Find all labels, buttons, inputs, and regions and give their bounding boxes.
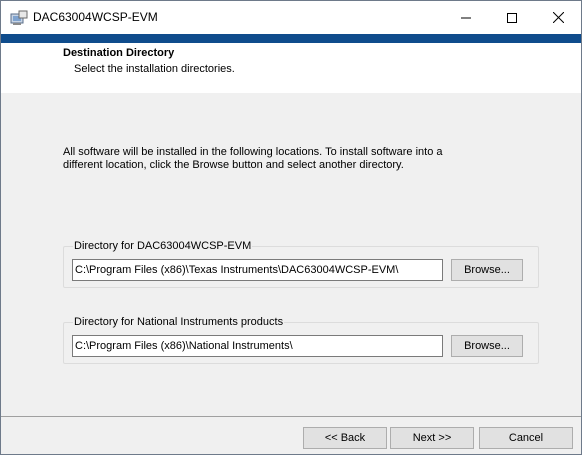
directory-group-evm: Directory for DAC63004WCSP-EVM C:\Progra…	[63, 239, 539, 288]
footer-divider	[1, 416, 581, 417]
directory-path-evm: C:\Program Files (x86)\Texas Instruments…	[72, 259, 443, 281]
back-button[interactable]: << Back	[303, 427, 387, 449]
browse-button-evm[interactable]: Browse...	[451, 259, 523, 281]
close-icon	[552, 12, 564, 23]
maximize-icon	[507, 12, 517, 23]
close-button[interactable]	[535, 1, 581, 34]
maximize-button[interactable]	[489, 1, 535, 34]
header-panel: Destination Directory Select the install…	[1, 43, 581, 93]
directory-path-ni: C:\Program Files (x86)\National Instrume…	[72, 335, 443, 357]
intro-text: All software will be installed in the fo…	[63, 146, 443, 171]
directory-group-ni: Directory for National Instruments produ…	[63, 315, 539, 364]
page-title: Destination Directory	[63, 47, 175, 59]
title-bar[interactable]: DAC63004WCSP-EVM	[1, 1, 581, 34]
next-button[interactable]: Next >>	[390, 427, 474, 449]
page-subtitle: Select the installation directories.	[74, 63, 235, 75]
window-title: DAC63004WCSP-EVM	[33, 10, 158, 24]
minimize-button[interactable]	[443, 1, 489, 34]
accent-bar	[1, 34, 581, 43]
installer-window: DAC63004WCSP-EVM Destination Directory S…	[0, 0, 582, 455]
directory-label-ni: Directory for National Instruments produ…	[73, 315, 285, 329]
installer-icon	[10, 10, 28, 26]
cancel-button[interactable]: Cancel	[479, 427, 573, 449]
browse-button-ni[interactable]: Browse...	[451, 335, 523, 357]
minimize-icon	[461, 13, 471, 23]
directory-label-evm: Directory for DAC63004WCSP-EVM	[73, 239, 253, 253]
